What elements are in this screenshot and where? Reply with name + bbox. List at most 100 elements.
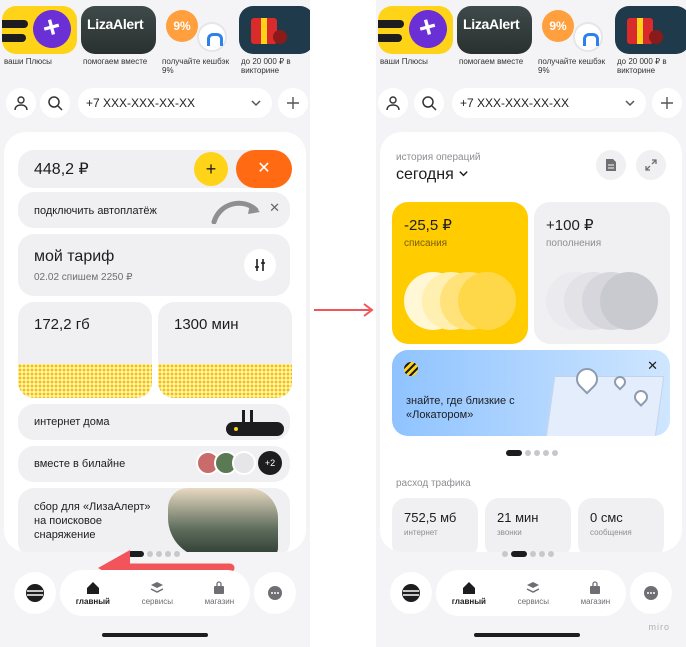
router-icon [226,410,284,436]
add-number-button[interactable] [278,88,308,118]
minutes-balance: 1300 мин [174,316,239,333]
phone-screen-history: + ваши Плюсы LizaAlert помогаем вместе 9… [376,0,686,647]
autopay-banner[interactable]: подключить автоплатёж ✕ [18,192,290,228]
story-lizaalert[interactable]: LizaAlert помогаем вместе [457,6,532,75]
story-cashback[interactable]: 9% получайте кешбэк 9% [160,6,235,75]
search-button[interactable] [40,88,70,118]
tab-services[interactable]: сервисы [142,581,173,606]
home-internet-row[interactable]: интернет дома [18,404,290,440]
tab-home[interactable]: главный [452,581,486,606]
tab-home[interactable]: главный [76,581,110,606]
story-quiz[interactable]: до 20 000 ₽ в викторине [239,6,310,75]
lizaalert-logo: LizaAlert [87,16,144,32]
page-dot[interactable] [534,450,540,456]
traffic-sms-tile[interactable]: 0 смс сообщения [578,498,664,552]
dismiss-icon[interactable]: ✕ [269,200,280,216]
history-period-selector[interactable]: сегодня [396,166,469,184]
main-content: история операций сегодня -25,5 ₽ списани… [380,132,682,552]
history-label: история операций [396,152,481,163]
tab-services[interactable]: сервисы [518,581,549,606]
traffic-calls-tile[interactable]: 21 мин звонки [485,498,571,552]
chat-button[interactable] [254,572,296,614]
page-dot[interactable] [552,450,558,456]
page-dot[interactable] [543,450,549,456]
chat-icon [268,586,282,600]
home-indicator [474,633,580,637]
top-up-button[interactable]: + [194,152,228,186]
page-dot[interactable] [539,551,545,557]
tab-home-label: главный [451,596,486,606]
sliders-icon[interactable] [244,249,276,281]
tariff-card[interactable]: мой тариф 02.02 спишем 2250 ₽ [18,234,290,296]
story-quiz[interactable]: до 20 000 ₽ в викторине [615,6,686,75]
beeline-logo-icon[interactable] [14,572,56,614]
internet-balance-tile[interactable]: 172,2 гб [18,302,152,398]
phone-screen-main: + ваши Плюсы LizaAlert помогаем вместе 9… [0,0,310,647]
story-cashback[interactable]: 9% получайте кешбэк 9% [536,6,611,75]
outgoing-card[interactable]: -25,5 ₽ списания [392,202,528,344]
circle-shape [600,272,658,330]
tab-shop[interactable]: магазин [581,580,610,606]
story-cashback-image: 9% [160,6,235,54]
bottom-navigation: главный сервисы магазин [376,570,686,616]
banner-page-indicator [506,450,558,456]
locator-banner[interactable]: знайте, где близкие с «Локатором» ✕ [392,350,670,436]
phone-number-selector[interactable]: +7 XXX-XXX-XX-XX [78,88,272,118]
profile-button[interactable] [378,88,408,118]
internet-balance: 172,2 гб [34,316,90,333]
home-icon [86,581,99,594]
together-row[interactable]: вместе в билайне +2 [18,446,290,482]
avatar [232,451,256,475]
tariff-title: мой тариф [34,248,115,265]
page-dot[interactable] [502,551,508,557]
traffic-calls-value: 21 мин [497,510,539,525]
close-icon[interactable]: ✕ [236,150,292,188]
cashback-badge: 9% [166,10,198,42]
expand-icon[interactable] [636,150,666,180]
balance-row[interactable]: 448,2 ₽ + ✕ [18,150,292,188]
tab-shop[interactable]: магазин [205,580,234,606]
add-number-button[interactable] [652,88,682,118]
home-internet-label: интернет дома [34,416,110,428]
story-caption: получайте кешбэк 9% [538,57,606,75]
document-icon[interactable] [596,150,626,180]
story-caption: ваши Плюсы [4,57,52,66]
lizaalert-logo: LizaAlert [463,16,520,32]
minutes-balance-tile[interactable]: 1300 мин [158,302,292,398]
home-icon [462,581,475,594]
page-dot[interactable] [530,551,536,557]
account-bar: +7 XXX-XXX-XX-XX [376,88,686,120]
traffic-internet-label: интернет [404,528,438,537]
story-plus-image: + [378,6,453,54]
story-lizaalert[interactable]: LizaAlert помогаем вместе [81,6,156,75]
user-icon [386,96,400,111]
profile-button[interactable] [6,88,36,118]
beeline-logo-icon[interactable] [390,572,432,614]
page-dot[interactable] [511,551,527,557]
traffic-label: расход трафика [396,478,471,489]
fundraiser-text: сбор для «ЛизаАлерт» на поисковое снаряж… [34,501,151,541]
account-bar: +7 XXX-XXX-XX-XX [0,88,310,120]
traffic-internet-tile[interactable]: 752,5 мб интернет [392,498,478,552]
tab-home-label: главный [75,596,110,606]
fundraiser-card[interactable]: сбор для «ЛизаАлерт» на поисковое снаряж… [18,488,290,552]
bag-icon [590,580,601,594]
cashback-badge: 9% [542,10,574,42]
page-dot[interactable] [525,450,531,456]
story-plus[interactable]: + ваши Плюсы [378,6,453,75]
search-button[interactable] [414,88,444,118]
chat-button[interactable] [630,572,672,614]
dismiss-icon[interactable]: ✕ [647,358,658,374]
locator-text: знайте, где близкие с «Локатором» [406,395,515,421]
tab-services-label: сервисы [141,596,173,606]
traffic-sms-label: сообщения [590,528,632,537]
story-quiz-image [239,6,310,54]
incoming-card[interactable]: +100 ₽ пополнения [534,202,670,344]
phone-number: +7 XXX-XXX-XX-XX [460,96,570,110]
tab-services-label: сервисы [517,596,549,606]
avatars: +2 [196,451,282,475]
page-dot[interactable] [506,450,522,456]
page-dot[interactable] [548,551,554,557]
story-plus[interactable]: + ваши Плюсы [2,6,77,75]
phone-number-selector[interactable]: +7 XXX-XXX-XX-XX [452,88,646,118]
